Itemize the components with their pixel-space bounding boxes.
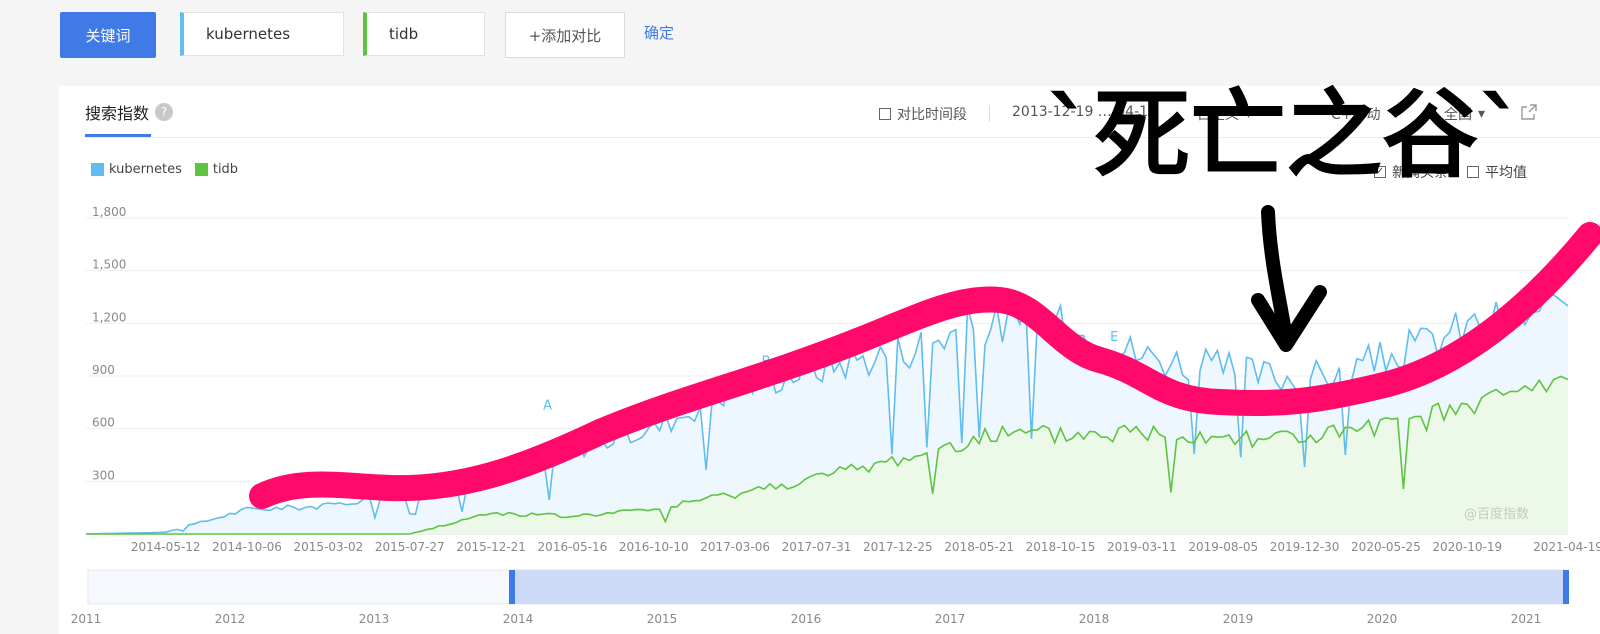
x-tick-label: 2015-12-21 (456, 540, 526, 554)
y-tick-label: 1,800 (92, 205, 126, 219)
range-slider-year-label: 2017 (935, 612, 966, 626)
x-tick-label: 2017-03-06 (700, 540, 770, 554)
handwriting-text: `死亡之谷` (1046, 79, 1526, 191)
x-tick-label: 2020-10-19 (1432, 540, 1502, 554)
y-tick-label: 300 (92, 468, 115, 482)
range-slider-year-label: 2020 (1367, 612, 1398, 626)
x-tick-label: 2018-10-15 (1026, 540, 1096, 554)
y-tick-label: 600 (92, 416, 115, 430)
x-axis: 2014-05-12 2014-10-06 2015-03-02 2015-07-27… (131, 540, 1600, 554)
range-slider[interactable]: 2011 2012 2013 2014 2015 2016 2017 2018 2019 2020… (71, 569, 1569, 626)
range-slider-years: 2011 2012 2013 2014 2015 2016 2017 2018 2019 2020… (71, 612, 1542, 626)
x-tick-label: 2014-10-06 (212, 540, 282, 554)
trend-chart: 1,8001,5001,200900600300 ABE 2014-05-12 2… (71, 79, 1600, 626)
y-tick-label: 1,500 (92, 258, 126, 272)
x-tick-label: 2021-04-19 (1533, 540, 1600, 554)
range-slider-year-label: 2013 (359, 612, 390, 626)
x-tick-label: 2019-08-05 (1188, 540, 1258, 554)
range-slider-year-label: 2018 (1079, 612, 1110, 626)
news-annotation-marker: E (1110, 330, 1118, 345)
range-slider-right-handle[interactable] (1563, 570, 1569, 604)
watermark-text: @百度指数 (1464, 506, 1529, 522)
x-tick-label: 2019-12-30 (1270, 540, 1340, 554)
y-axis: 1,800 1,500 1,200 900 600 300 (92, 205, 126, 482)
y-tick-label: 900 (92, 363, 115, 377)
news-annotation-marker: A (543, 398, 552, 413)
range-slider-year-label: 2015 (647, 612, 678, 626)
range-slider-year-label: 2011 (71, 612, 102, 626)
range-slider-left-handle[interactable] (509, 570, 515, 604)
x-tick-label: 2017-12-25 (863, 540, 933, 554)
y-tick-label: 1,200 (92, 310, 126, 324)
range-slider-year-label: 2019 (1223, 612, 1254, 626)
range-slider-selection[interactable] (512, 570, 1566, 604)
x-tick-label: 2017-07-31 (782, 540, 852, 554)
x-tick-label: 2015-03-02 (294, 540, 364, 554)
x-tick-label: 2014-05-12 (131, 540, 201, 554)
range-slider-year-label: 2012 (215, 612, 246, 626)
x-tick-label: 2020-05-25 (1351, 540, 1421, 554)
x-tick-label: 2018-05-21 (944, 540, 1014, 554)
x-tick-label: 2019-03-11 (1107, 540, 1177, 554)
range-slider-year-label: 2014 (503, 612, 534, 626)
x-tick-label: 2016-10-10 (619, 540, 689, 554)
x-tick-label: 2015-07-27 (375, 540, 445, 554)
x-tick-label: 2016-05-16 (538, 540, 608, 554)
range-slider-year-label: 2016 (791, 612, 822, 626)
range-slider-year-label: 2021 (1511, 612, 1542, 626)
